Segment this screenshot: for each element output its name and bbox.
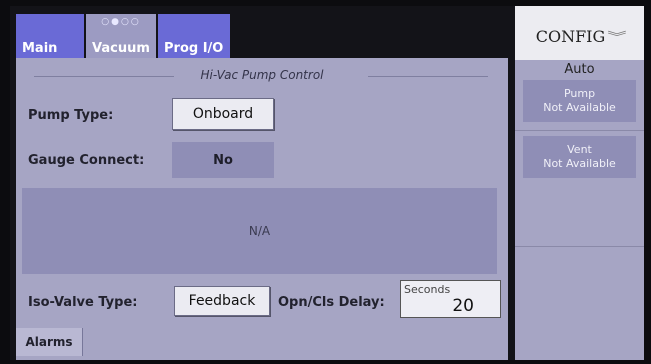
page-indicator-dots: ○●○○ <box>101 17 141 27</box>
config-divider <box>515 130 644 131</box>
gauge-connect-label: Gauge Connect: <box>28 153 145 168</box>
chevron-down-icon: ︾ <box>607 29 627 44</box>
pump-button-title: Pump <box>563 87 596 100</box>
vent-button[interactable]: Vent Not Available <box>523 136 636 178</box>
section-title: Hi-Vac Pump Control <box>200 68 324 82</box>
gauge-status-text: N/A <box>248 224 271 238</box>
pump-type-button[interactable]: Onboard <box>172 98 274 130</box>
pump-type-label: Pump Type: <box>28 108 114 123</box>
tab-prog-io[interactable]: Prog I/O <box>158 14 230 60</box>
config-mode: Auto <box>564 62 595 77</box>
tab-main[interactable]: Main <box>16 14 84 60</box>
vent-button-status: Not Available <box>543 157 616 170</box>
opn-cls-delay-label: Opn/Cls Delay: <box>278 295 385 310</box>
tab-prog-io-label: Prog I/O <box>164 41 224 56</box>
pump-button[interactable]: Pump Not Available <box>523 80 636 122</box>
config-body: Auto Pump Not Available Vent Not Availab… <box>515 60 644 360</box>
gauge-connect-value[interactable]: No <box>172 142 274 178</box>
gauge-status-area: N/A <box>22 188 497 274</box>
config-title: CONFIG <box>535 26 606 46</box>
delay-unit-label: Seconds <box>404 283 451 296</box>
delay-value: 20 <box>452 296 474 316</box>
bottom-bar: Alarms <box>16 328 508 360</box>
opn-cls-delay-input[interactable]: Seconds 20 <box>400 280 501 318</box>
vent-button-title: Vent <box>567 143 592 156</box>
alarms-label: Alarms <box>25 335 73 349</box>
tab-main-label: Main <box>22 41 58 56</box>
tab-vacuum[interactable]: ○●○○ Vacuum <box>86 14 156 60</box>
iso-valve-label: Iso-Valve Type: <box>28 295 138 310</box>
tab-vacuum-label: Vacuum <box>92 41 150 56</box>
alarms-button[interactable]: Alarms <box>16 328 83 356</box>
config-panel: CONFIG ︾ Auto Pump Not Available Vent No… <box>515 6 644 360</box>
screen: Main ○●○○ Vacuum Prog I/O Hi-Vac Pump Co… <box>10 6 644 360</box>
hi-vac-panel: Hi-Vac Pump Control Pump Type: Onboard G… <box>16 58 508 328</box>
iso-valve-type-button[interactable]: Feedback <box>174 286 270 316</box>
config-divider <box>515 246 644 247</box>
config-header[interactable]: CONFIG ︾ <box>515 6 644 58</box>
pump-button-status: Not Available <box>543 101 616 114</box>
